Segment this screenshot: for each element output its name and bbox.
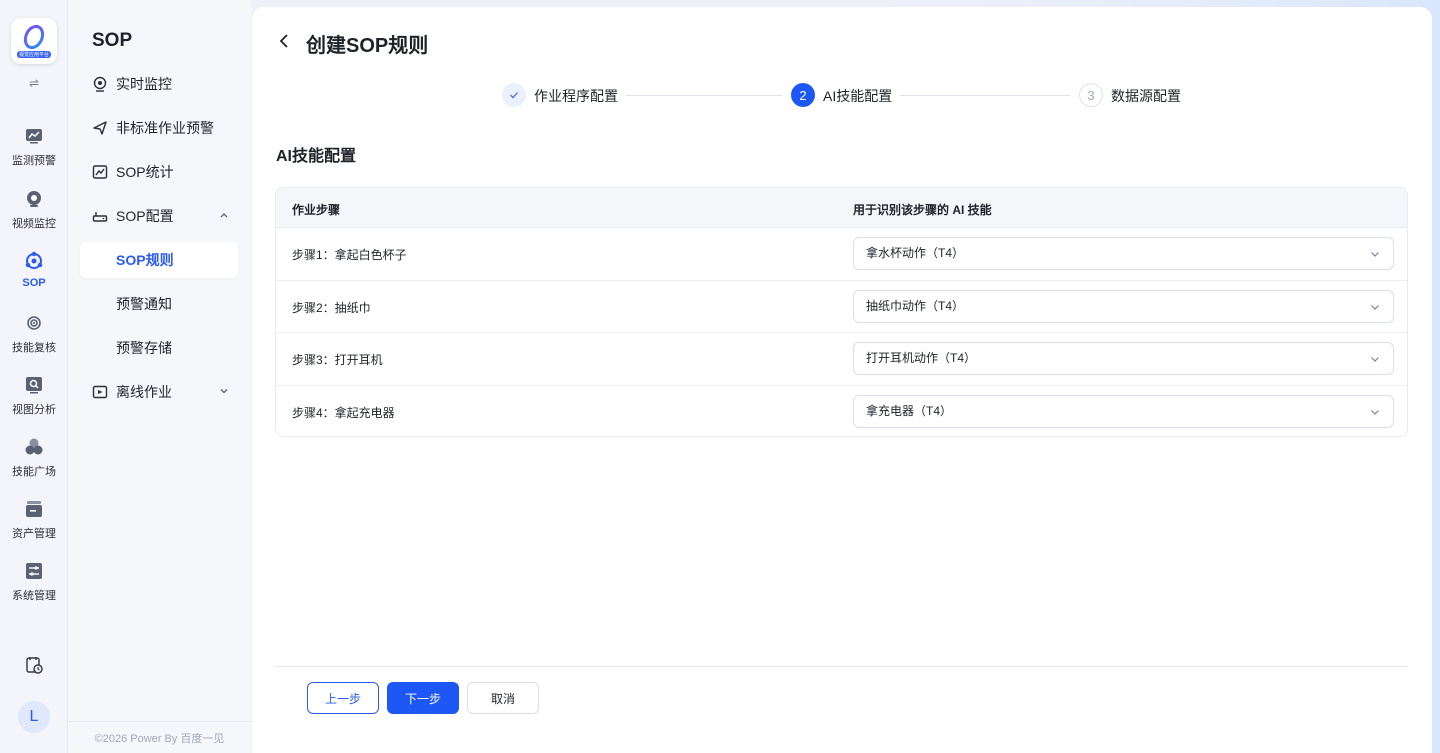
table-header: 作业步骤 用于识别该步骤的 AI 技能	[276, 188, 1407, 228]
nav-item-label: 预警存储	[116, 340, 172, 356]
prev-step-button[interactable]: 上一步	[307, 682, 379, 714]
camera-icon	[27, 191, 41, 207]
view-analysis-icon	[26, 377, 42, 394]
table-row: 步骤4：拿起充电器 拿充电器（T4）	[276, 386, 1407, 437]
nav-item-label: 非标准作业预警	[116, 120, 214, 136]
skill-select-value: 打开耳机动作（T4）	[866, 351, 977, 365]
chevron-down-icon	[1371, 252, 1379, 257]
step-1-check-icon	[502, 83, 526, 107]
column-header-skill: 用于识别该步骤的 AI 技能	[853, 203, 992, 217]
skill-select[interactable]: 抽纸巾动作（T4）	[853, 289, 1394, 323]
nav-item-sop-rules[interactable]: SOP规则	[80, 242, 238, 278]
router-icon	[92, 212, 108, 222]
page-title: 创建SOP规则	[306, 35, 429, 57]
rail-item-label: 技能广场	[12, 466, 56, 478]
sub-navigation: SOP 实时监控 非标准作业预警 SOP统计 SOP配置 SOP规则 预警通知 …	[68, 0, 251, 753]
collapse-toggle-icon[interactable]: ⇌	[24, 76, 44, 92]
rail-item-skill-plaza[interactable]: 技能广场	[0, 437, 68, 489]
table-row: 步骤1：拿起白色杯子 拿水杯动作（T4）	[276, 228, 1407, 281]
calendar-clock-icon[interactable]	[24, 655, 44, 675]
table-row: 步骤3：打开耳机 打开耳机动作（T4）	[276, 333, 1407, 386]
rail-item-monitor-alert[interactable]: 监测预警	[0, 126, 68, 178]
step-divider	[900, 95, 1070, 96]
skill-plaza-icon	[25, 438, 43, 455]
avatar[interactable]: L	[18, 701, 50, 733]
skill-select[interactable]: 拿充电器（T4）	[853, 394, 1394, 428]
skill-review-icon	[27, 316, 41, 330]
rail-item-label: 监测预警	[12, 155, 56, 167]
rail-item-system[interactable]: 系统管理	[0, 561, 68, 613]
rail-item-view-analysis[interactable]: 视图分析	[0, 375, 68, 427]
skill-table: 作业步骤 用于识别该步骤的 AI 技能 步骤1：拿起白色杯子 拿水杯动作（T4）…	[275, 187, 1408, 437]
rail-item-asset[interactable]: 资产管理	[0, 499, 68, 551]
step-cell: 步骤1：拿起白色杯子	[292, 248, 407, 262]
chevron-up-icon	[220, 213, 228, 218]
nav-item-label: SOP统计	[116, 164, 174, 180]
webcam-icon	[93, 76, 107, 92]
skill-select-value: 拿充电器（T4）	[866, 403, 953, 418]
nav-item-alert-notify[interactable]: 预警通知	[80, 286, 238, 322]
skill-select[interactable]: 打开耳机动作（T4）	[853, 342, 1394, 375]
logo-icon	[23, 24, 45, 50]
monitor-chart-icon	[26, 129, 42, 144]
step-1-label: 作业程序配置	[534, 88, 618, 104]
step-2-number: 2	[791, 83, 815, 107]
offline-icon	[92, 385, 108, 399]
nav-item-sop-stats[interactable]: SOP统计	[80, 154, 238, 190]
rail-item-label: 视频监控	[12, 218, 56, 230]
skill-select[interactable]: 拿水杯动作（T4）	[853, 237, 1394, 270]
skill-select-value: 拿水杯动作（T4）	[866, 246, 965, 260]
step-2-label: AI技能配置	[823, 88, 893, 104]
system-icon	[26, 563, 42, 579]
step-cell: 步骤3：打开耳机	[292, 353, 383, 367]
nav-item-label: 离线作业	[116, 384, 172, 400]
asset-icon	[26, 501, 42, 517]
nav-item-label: 预警通知	[116, 296, 172, 312]
nav-item-realtime-monitor[interactable]: 实时监控	[80, 66, 238, 102]
column-header-step: 作业步骤	[292, 203, 341, 217]
footer-divider	[275, 666, 1408, 667]
subnav-title: SOP	[92, 30, 133, 51]
step-3-number: 3	[1079, 83, 1103, 107]
main-panel: 创建SOP规则 作业程序配置 2 AI技能配置 3 数据源配置 AI技能配置 作…	[252, 7, 1432, 753]
chevron-down-icon	[220, 389, 228, 394]
back-arrow-icon[interactable]	[276, 33, 292, 49]
copyright-footer: ©2026 Power By 百度一见	[68, 721, 251, 753]
rail-item-label: 系统管理	[12, 590, 56, 602]
skill-select-value: 抽纸巾动作（T4）	[866, 298, 965, 313]
stepper: 作业程序配置 2 AI技能配置 3 数据源配置	[502, 83, 1192, 109]
nav-item-label: SOP配置	[116, 208, 174, 224]
rail-item-label: 视图分析	[12, 404, 56, 416]
nav-item-nonstandard-alert[interactable]: 非标准作业预警	[80, 110, 238, 146]
nav-item-alert-storage[interactable]: 预警存储	[80, 330, 238, 366]
nav-item-label: SOP规则	[116, 252, 174, 268]
rail-item-video[interactable]: 视频监控	[0, 189, 68, 241]
next-step-button[interactable]: 下一步	[387, 682, 459, 714]
rail-item-label: SOP	[22, 277, 46, 289]
icon-rail: 视觉应用平台 ⇌ 监测预警 视频监控 SOP 技能复核 视图分析 技能广场 资产…	[0, 0, 68, 753]
step-cell: 步骤2：抽纸巾	[292, 300, 371, 315]
rail-item-sop[interactable]: SOP	[0, 251, 68, 303]
nav-item-sop-config[interactable]: SOP配置	[80, 198, 238, 234]
section-title: AI技能配置	[276, 148, 357, 165]
step-divider	[626, 95, 782, 96]
step-cell: 步骤4：拿起充电器	[292, 405, 395, 420]
rail-item-label: 技能复核	[12, 342, 56, 354]
app-logo[interactable]: 视觉应用平台	[11, 18, 57, 64]
table-row: 步骤2：抽纸巾 抽纸巾动作（T4）	[276, 281, 1407, 333]
nav-item-label: 实时监控	[116, 76, 172, 92]
logo-caption: 视觉应用平台	[16, 51, 51, 58]
rail-item-skill-review[interactable]: 技能复核	[0, 313, 68, 365]
rail-item-label: 资产管理	[12, 528, 56, 540]
sop-icon	[25, 251, 43, 269]
nav-item-offline-job[interactable]: 离线作业	[80, 374, 238, 410]
stats-icon	[92, 165, 108, 179]
cancel-button[interactable]: 取消	[467, 682, 539, 714]
step-3-label: 数据源配置	[1111, 88, 1181, 104]
chevron-down-icon	[1371, 409, 1379, 415]
chevron-down-icon	[1371, 304, 1379, 310]
chevron-down-icon	[1371, 357, 1379, 362]
send-icon	[93, 121, 107, 135]
